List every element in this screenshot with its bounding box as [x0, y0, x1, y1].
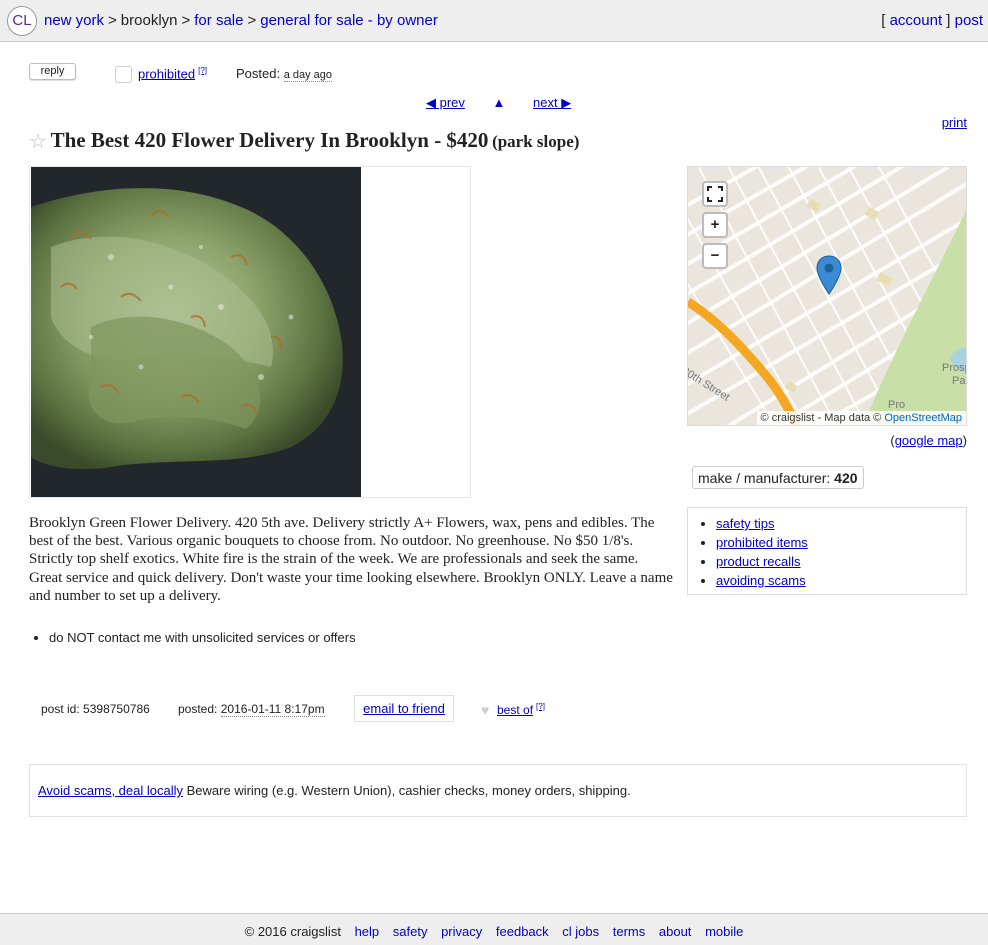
list-item: safety tips: [716, 514, 966, 533]
footer-link-terms[interactable]: terms: [613, 924, 646, 939]
map-park-label: Pro: [888, 399, 906, 411]
email-to-friend-link[interactable]: email to friend: [363, 701, 445, 716]
map-zoom-in-button[interactable]: +: [702, 212, 728, 238]
prohibited-link[interactable]: prohibited: [138, 66, 195, 81]
map-attribution: © craigslist - Map data © OpenStreetMap: [756, 411, 966, 425]
posting-body: Brooklyn Green Flower Delivery. 420 5th …: [29, 515, 673, 604]
scam-notice-text: Beware wiring (e.g. Western Union), cash…: [186, 783, 631, 798]
breadcrumb-separator: >: [247, 12, 257, 29]
post-date-value: 2016-01-11 8:17pm: [220, 702, 325, 717]
bracket-close: ]: [946, 12, 951, 29]
up-arrow-icon[interactable]: ▲: [493, 95, 506, 110]
post-id: post id: 5398750786: [41, 702, 150, 716]
image-gallery: [29, 166, 471, 498]
posting-photo[interactable]: [31, 167, 361, 497]
paren-close: ): [962, 433, 967, 448]
footer-link-help[interactable]: help: [355, 924, 380, 939]
google-map-link-wrap: (google map): [890, 433, 967, 448]
attribute-group: make / manufacturer: 420: [692, 466, 864, 489]
scam-notice: Avoid scams, deal locally Beware wiring …: [29, 764, 967, 817]
notices-list: do NOT contact me with unsolicited servi…: [29, 630, 356, 645]
notice-item: do NOT contact me with unsolicited servi…: [49, 630, 356, 645]
map-park-label: Par: [952, 375, 966, 387]
list-item: avoiding scams: [716, 571, 966, 590]
map-attribution-text: © craigslist - Map data ©: [760, 412, 882, 424]
posted-label: Posted:: [236, 66, 281, 81]
footer-link-about[interactable]: about: [659, 924, 692, 939]
email-to-friend-button[interactable]: email to friend: [354, 695, 454, 722]
attribute-value: 420: [834, 470, 858, 486]
pager: ◀ prev ▲ next ▶: [426, 95, 571, 111]
product-recalls-link[interactable]: product recalls: [716, 554, 801, 569]
post-date: posted: 2016-01-11 8:17pm: [178, 702, 325, 717]
map-zoom-out-button[interactable]: −: [702, 243, 728, 269]
prev-link[interactable]: ◀ prev: [426, 95, 465, 110]
account-link[interactable]: account: [890, 12, 943, 29]
footer-link-mobile[interactable]: mobile: [705, 924, 743, 939]
prohibited-help-link[interactable]: [?]: [198, 66, 207, 75]
best-of-link[interactable]: best of: [497, 703, 533, 717]
favorite-star-icon[interactable]: ☆: [29, 131, 47, 153]
posted-ago: a day ago: [283, 69, 333, 82]
breadcrumb-subcategory[interactable]: general for sale - by owner: [260, 12, 438, 29]
posted-time: Posted: a day ago: [236, 66, 333, 82]
breadcrumb-separator: >: [181, 12, 191, 29]
flower-bud-image: [31, 167, 361, 497]
post-id-value: 5398750786: [83, 702, 150, 716]
openstreetmap-link[interactable]: OpenStreetMap: [884, 412, 962, 424]
safety-tips-link[interactable]: safety tips: [716, 516, 775, 531]
heart-icon[interactable]: ♥: [481, 702, 489, 718]
post-id-label: post id:: [41, 702, 80, 716]
footer-link-feedback[interactable]: feedback: [496, 924, 549, 939]
location-map[interactable]: + − 20th Street Prosp Par Pro © craigsli…: [687, 166, 967, 426]
posting-title-row: ☆ The Best 420 Flower Delivery In Brookl…: [29, 128, 579, 154]
post-link[interactable]: post: [955, 12, 983, 29]
next-link[interactable]: next ▶: [533, 95, 571, 110]
best-of-help-link[interactable]: [?]: [536, 702, 545, 711]
google-map-link[interactable]: google map: [895, 433, 963, 448]
craigslist-logo[interactable]: CL: [7, 6, 37, 36]
prohibited-items-link[interactable]: prohibited items: [716, 535, 808, 550]
copyright: © 2016 craigslist: [244, 924, 341, 939]
avoid-scams-link[interactable]: Avoid scams, deal locally: [38, 783, 183, 798]
list-item: product recalls: [716, 552, 966, 571]
flag-checkbox[interactable]: [115, 66, 132, 83]
prohibited-flag: prohibited [?]: [138, 66, 207, 81]
print-link[interactable]: print: [942, 115, 967, 130]
breadcrumb-city[interactable]: new york: [44, 12, 104, 29]
footer-link-cl-jobs[interactable]: cl jobs: [562, 924, 599, 939]
avoiding-scams-link[interactable]: avoiding scams: [716, 573, 806, 588]
posting-neighborhood: (park slope): [492, 132, 580, 151]
posting-title: The Best 420 Flower Delivery In Brooklyn…: [50, 128, 489, 152]
map-fullscreen-button[interactable]: [702, 181, 728, 207]
bracket-open: [: [881, 12, 886, 29]
fullscreen-icon: [707, 186, 723, 202]
footer: © 2016 craigslist help safety privacy fe…: [0, 913, 988, 945]
breadcrumb-area[interactable]: brooklyn: [121, 12, 178, 29]
map-pin-icon[interactable]: [816, 255, 842, 295]
breadcrumb: new york > brooklyn > for sale > general for s…: [44, 12, 438, 29]
breadcrumb-category[interactable]: for sale: [194, 12, 243, 29]
footer-link-safety[interactable]: safety: [393, 924, 428, 939]
post-date-label: posted:: [178, 702, 218, 716]
account-nav: [ account ] post: [881, 12, 983, 29]
map-park-label: Prosp: [942, 362, 966, 374]
breadcrumb-separator: >: [108, 12, 117, 29]
safety-links-box: safety tips prohibited items product rec…: [687, 507, 967, 595]
list-item: prohibited items: [716, 533, 966, 552]
best-of-wrap: best of [?]: [497, 702, 545, 717]
reply-button[interactable]: reply: [29, 63, 76, 80]
footer-link-privacy[interactable]: privacy: [441, 924, 482, 939]
map-tiles: [688, 167, 966, 425]
attribute-label: make / manufacturer:: [698, 470, 831, 486]
top-bar: CL new york > brooklyn > for sale > general fo…: [0, 0, 988, 42]
